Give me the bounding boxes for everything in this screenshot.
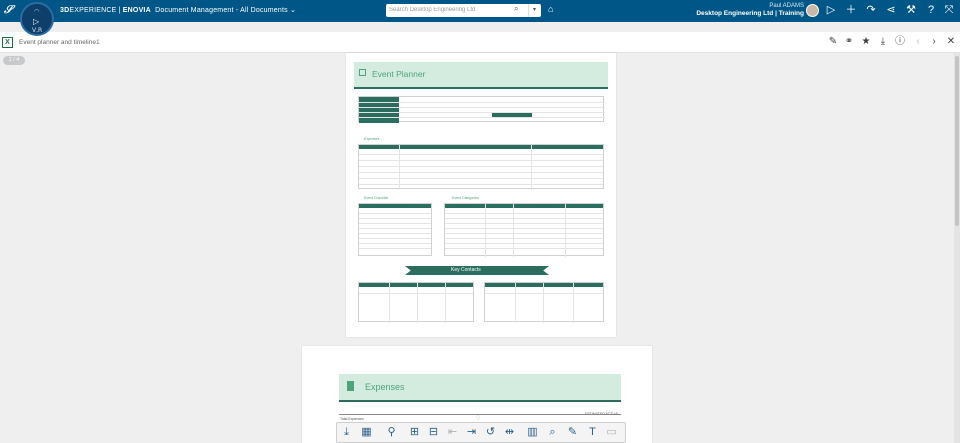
contacts-section-label: Key Contacts <box>451 267 481 273</box>
dassault-logo: 𝒮 <box>4 4 13 16</box>
thumbnails-icon[interactable]: ▦ <box>359 425 374 440</box>
play-icon: ▷ <box>33 17 40 26</box>
search-icon[interactable]: ⌕ <box>514 4 518 14</box>
share-icon[interactable]: ↷ <box>864 3 878 17</box>
excel-file-icon: X <box>2 37 13 48</box>
chevron-down-icon[interactable]: ⌄ <box>290 7 296 14</box>
checklist-table <box>358 203 432 256</box>
expenses-section-label: Expenses <box>364 137 380 141</box>
divider <box>339 400 621 402</box>
edit-icon[interactable]: ✎ <box>826 36 840 48</box>
find-icon[interactable]: ⌕ <box>545 425 560 440</box>
plus-icon[interactable]: ＋ <box>844 3 858 17</box>
brand-prefix: 3D <box>60 7 70 14</box>
link-icon[interactable]: ⚭ <box>842 36 856 48</box>
top-bar: 𝒮 3DEXPERIENCE | ENOVIA Document Managem… <box>0 0 960 22</box>
compass-widget[interactable]: ◠ ▷ V,R <box>20 2 54 36</box>
rotate-icon[interactable]: ↺ <box>483 425 498 440</box>
fit-icon[interactable]: ⇹ <box>502 425 517 440</box>
search-scope-dropdown[interactable]: ▾ <box>528 4 540 17</box>
page1-header-band: Event Planner <box>354 62 608 87</box>
categories-table <box>444 203 604 257</box>
calculator-icon <box>347 381 354 391</box>
zoom-out-icon[interactable]: ⊟ <box>426 425 441 440</box>
zoom-in-icon[interactable]: ⊞ <box>407 425 422 440</box>
download-icon[interactable]: ⤓ <box>876 36 890 48</box>
divider <box>354 87 608 89</box>
search-input[interactable] <box>389 5 509 15</box>
info-icon[interactable]: ⓘ <box>893 36 907 48</box>
save-icon[interactable]: ⤓ <box>339 425 354 440</box>
contacts-table-left <box>358 282 474 323</box>
app-title[interactable]: Document Management - All Documents <box>155 7 288 14</box>
checklist-section-label: Event Checklist <box>364 196 389 200</box>
compass-label: V,R <box>32 27 43 34</box>
budget-table <box>358 144 604 190</box>
search-box: ⌕ ▾ <box>386 4 541 17</box>
document-page-1[interactable]: Event Planner Expenses Event Checklist E… <box>346 53 616 337</box>
close-icon[interactable]: ✕ <box>944 36 958 48</box>
prev-icon[interactable]: ‹ <box>911 36 925 48</box>
event-info-table <box>358 96 605 123</box>
brand-main: EXPERIENCE <box>69 7 117 14</box>
markup-icon[interactable]: ▭ <box>604 425 619 440</box>
zoom-icon[interactable]: ⚲ <box>384 425 399 440</box>
contacts-ribbon: Key Contacts <box>405 266 549 275</box>
first-page-icon[interactable]: ⇤ <box>445 425 460 440</box>
last-page-icon[interactable]: ⇥ <box>464 425 479 440</box>
page2-title: Expenses <box>365 382 405 392</box>
next-icon[interactable]: › <box>927 36 941 48</box>
collapse-icon[interactable]: ⤧ <box>942 3 956 17</box>
contacts-table-right <box>484 282 604 323</box>
help-icon[interactable]: ? <box>924 3 938 17</box>
avatar[interactable] <box>806 4 819 17</box>
categories-section-label: Event Categories <box>452 196 479 200</box>
page1-title: Event Planner <box>372 69 426 79</box>
compass-icon[interactable]: ▷ <box>824 3 838 17</box>
brand-title: 3DEXPERIENCE | ENOVIA Document Managemen… <box>60 6 296 14</box>
viewer-toolbar: ⤓ ▦ ⚲ ⊞ ⊟ ⇤ ⇥ ↺ ⇹ ▥ ⌕ ✎ T ▭ <box>336 422 626 443</box>
tag-icon[interactable]: ⌂ <box>548 4 553 14</box>
user-info[interactable]: Paul ADAMS Desktop Engineering Ltd | Tra… <box>696 2 804 18</box>
user-tenant: Desktop Engineering Ltd | Training <box>696 10 804 17</box>
expand-handle-icon[interactable]: ♢ <box>475 414 483 422</box>
tools-icon[interactable]: ⚒ <box>904 3 918 17</box>
brand-product: ENOVIA <box>122 7 151 14</box>
document-title: Event planner and timeline1 <box>19 39 100 46</box>
user-name: Paul ADAMS <box>769 3 804 9</box>
text-icon[interactable]: T <box>585 425 600 440</box>
page2-header-band: Expenses <box>339 374 621 400</box>
document-toolbar: X Event planner and timeline1 ✎ ⚭ ★ ⤓ ⓘ … <box>0 32 960 53</box>
star-icon[interactable]: ★ <box>859 36 873 48</box>
calendar-icon <box>359 69 366 76</box>
page-indicator: 1 / 4 <box>3 56 25 65</box>
scrollbar-thumb[interactable] <box>955 56 959 226</box>
annotate-icon[interactable]: ✎ <box>565 425 580 440</box>
page-view-icon[interactable]: ▥ <box>525 425 540 440</box>
total-expenses-label: Total Expenses <box>340 417 364 421</box>
social-icon[interactable]: ⋖ <box>884 3 898 17</box>
